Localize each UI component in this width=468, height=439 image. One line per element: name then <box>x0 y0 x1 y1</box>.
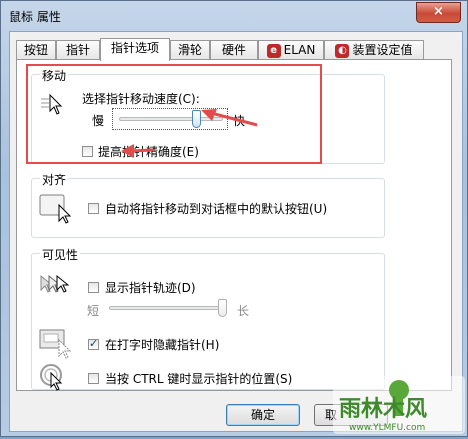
hide-while-typing-checkbox[interactable] <box>88 337 99 350</box>
mouse-properties-window: 鼠标 属性 × 按钮 指针 指针选项 滑轮 硬件 e ELAN ◐ 装置设定值 移动 <box>0 0 468 437</box>
show-location-ctrl-checkbox[interactable] <box>88 373 99 384</box>
hide-while-typing-label: 在打字时隐藏指针(H) <box>105 338 220 352</box>
svg-text:雨林木风: 雨林木风 <box>339 397 427 422</box>
pointer-trails-checkbox[interactable] <box>88 282 99 293</box>
tab-hardware[interactable]: 硬件 <box>210 40 258 59</box>
long-label: 长 <box>237 304 250 318</box>
tab-wheel[interactable]: 滑轮 <box>170 40 210 59</box>
title-bar[interactable]: 鼠标 属性 × <box>1 1 467 31</box>
pointer-trails-label: 显示指针轨迹(D) <box>105 281 196 295</box>
tab-strip: 按钮 指针 指针选项 滑轮 硬件 e ELAN ◐ 装置设定值 <box>16 38 436 61</box>
pointer-trails-icon <box>40 274 70 293</box>
tab-buttons[interactable]: 按钮 <box>16 40 56 59</box>
trail-slider-track <box>109 306 227 310</box>
snap-to-group-title: 对齐 <box>40 171 69 188</box>
close-button[interactable]: × <box>416 2 461 23</box>
tab-device-settings[interactable]: ◐ 装置设定值 <box>324 40 424 59</box>
trail-length-slider[interactable] <box>105 297 231 319</box>
trail-slider-thumb[interactable] <box>218 299 227 317</box>
short-label: 短 <box>87 304 100 318</box>
tab-device-settings-label: 装置设定值 <box>352 43 413 57</box>
tab-elan-label: ELAN <box>283 43 316 57</box>
visibility-group-title: 可见性 <box>40 246 81 263</box>
snap-to-default-icon <box>39 194 72 224</box>
snap-to-default-label: 自动将指针移动到对话框中的默认按钮(U) <box>105 202 328 216</box>
window-title: 鼠标 属性 <box>9 10 61 24</box>
svg-text:www.YLMFU.com: www.YLMFU.com <box>349 423 425 433</box>
device-settings-icon: ◐ <box>335 43 350 58</box>
show-location-icon <box>40 364 63 391</box>
annotation-highlight-box <box>26 64 322 164</box>
ok-button[interactable]: 确定 <box>226 404 300 426</box>
elan-logo-icon: e <box>266 43 281 58</box>
show-location-ctrl-label: 当按 CTRL 键时显示指针的位置(S) <box>105 372 293 386</box>
watermark-logo: 雨林木风 www.YLMFU.com <box>333 376 465 434</box>
tab-elan[interactable]: e ELAN <box>258 40 324 59</box>
tab-pointer-options[interactable]: 指针选项 <box>100 38 170 61</box>
annotation-arrow-slider <box>201 109 258 127</box>
snap-to-default-checkbox[interactable] <box>88 203 99 214</box>
hide-while-typing-icon <box>39 329 72 359</box>
tab-pointers[interactable]: 指针 <box>56 40 100 59</box>
annotation-arrow-checkbox <box>121 144 154 158</box>
site-watermark: 雨林木风 www.YLMFU.com <box>331 376 467 436</box>
